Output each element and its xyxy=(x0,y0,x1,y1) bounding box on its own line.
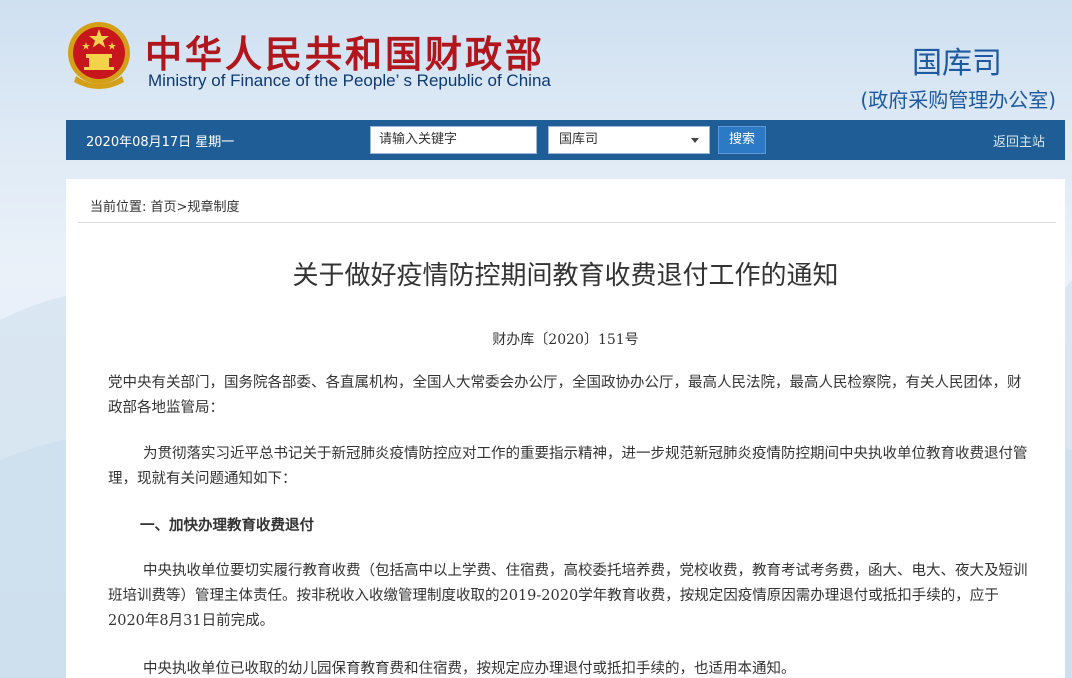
breadcrumb-prefix: 当前位置: xyxy=(90,200,147,215)
national-emblem-icon[interactable] xyxy=(66,20,132,90)
navigation-bar: 2020年08月17日 星期一 请输入关键字 国库司 搜索 返回主站 xyxy=(66,120,1065,160)
return-home-link[interactable]: 返回主站 xyxy=(993,131,1045,150)
breadcrumb-separator: > xyxy=(176,200,188,215)
chevron-down-icon xyxy=(691,138,699,143)
breadcrumb-home[interactable]: 首页 xyxy=(151,200,177,215)
addressees-paragraph: 党中央有关部门，国务院各部委、各直属机构，全国人大常委会办公厅，全国政协办公厅，… xyxy=(108,375,1022,416)
breadcrumb-current[interactable]: 规章制度 xyxy=(187,200,239,215)
search-button[interactable]: 搜索 xyxy=(718,126,766,154)
breadcrumb-divider xyxy=(78,222,1056,223)
site-title-chinese[interactable]: 中华人民共和国财政部 xyxy=(145,24,545,78)
site-header: 中华人民共和国财政部 Ministry of Finance of the Pe… xyxy=(0,0,1072,120)
search-input[interactable]: 请输入关键字 xyxy=(370,126,537,154)
search-scope-select[interactable]: 国库司 xyxy=(548,126,710,154)
body-paragraph: 中央执收单位已收取的幼儿园保育教育费和住宿费，按规定应办理退付或抵扣手续的，也适… xyxy=(143,661,796,677)
department-subtitle: (政府采购管理办公室) xyxy=(860,88,1056,112)
article-panel: 当前位置: 首页>规章制度 关于做好疫情防控期间教育收费退付工作的通知 财办库〔… xyxy=(66,179,1065,678)
site-title-english[interactable]: Ministry of Finance of the People’ s Rep… xyxy=(148,71,551,91)
current-date: 2020年08月17日 星期一 xyxy=(86,135,235,150)
intro-paragraph: 为贯彻落实习近平总书记关于新冠肺炎疫情防控应对工作的重要指示精神，进一步规范新冠… xyxy=(108,446,1028,487)
section-heading: 一、加快办理教育收费退付 xyxy=(140,517,314,534)
search-scope-value: 国库司 xyxy=(559,132,599,147)
body-paragraph: 中央执收单位要切实履行教育收费（包括高中以上学费、住宿费，高校委托培养费，党校收… xyxy=(108,563,1028,629)
article-title: 关于做好疫情防控期间教育收费退付工作的通知 xyxy=(292,261,839,291)
document-number: 财办库〔2020〕151号 xyxy=(492,332,639,348)
breadcrumb: 当前位置: 首页>规章制度 xyxy=(90,196,239,215)
department-name: 国库司 xyxy=(912,46,1002,81)
